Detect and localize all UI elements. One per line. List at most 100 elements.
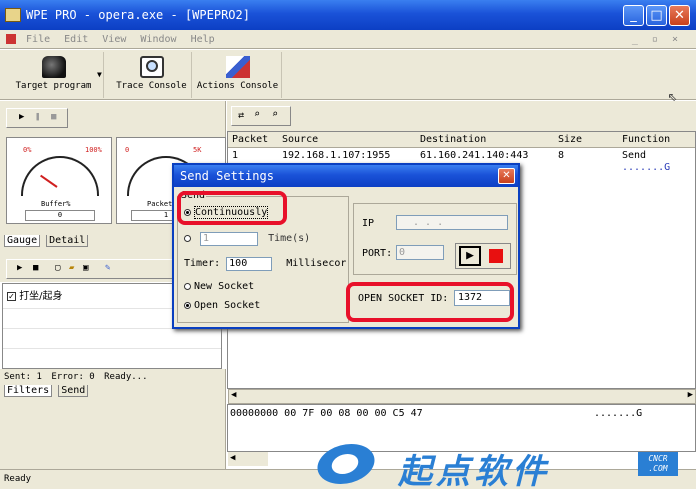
menu-file[interactable]: File xyxy=(26,34,50,45)
mdi-doc-icon xyxy=(6,34,16,44)
edit-pen-icon[interactable]: ✎ xyxy=(105,263,110,273)
highlight-continuously xyxy=(177,191,287,225)
magnifier-icon xyxy=(139,56,164,78)
dialog-title-bar[interactable]: Send Settings xyxy=(174,165,518,187)
error-count: Error: 0 xyxy=(51,372,95,382)
trace-console-label: Trace Console xyxy=(116,81,187,91)
highlight-open-socket-id xyxy=(346,282,514,322)
send-status-line: Sent: 1 Error: 0 Ready... xyxy=(0,369,225,385)
left-empty-pane xyxy=(0,401,226,469)
col-size[interactable]: Size xyxy=(558,134,582,145)
times-input[interactable]: 1 xyxy=(200,232,259,246)
filter-buttons: ▶ ■ ▢ ▰ ▣ ✎ xyxy=(6,259,196,279)
open-socket-radio[interactable]: Open Socket xyxy=(184,300,260,311)
col-destination[interactable]: Destination xyxy=(420,134,486,145)
main-toolbar xyxy=(0,50,696,100)
send-settings-dialog: Send Settings ✕ Send Continuously 1 Time… xyxy=(172,163,520,329)
pause-icon[interactable]: ❚ xyxy=(35,112,40,122)
gauge-max: 5K xyxy=(193,146,202,154)
sent-count: Sent: 1 xyxy=(4,372,42,382)
hex-line: 00000000 00 7F 00 08 00 00 C5 47 xyxy=(230,408,423,419)
send-play-button[interactable]: ▶ xyxy=(459,246,481,266)
search-icon[interactable]: ⌕ xyxy=(254,109,260,120)
port-label: PORT: xyxy=(362,248,393,259)
top-tab-strip: Gauge Detail xyxy=(4,235,89,247)
trace-console-button[interactable]: Trace Console xyxy=(112,52,192,98)
timer-input[interactable]: 100 xyxy=(226,257,273,271)
send-status-area: Sent: 1 Error: 0 Ready... Filters Send xyxy=(0,369,226,401)
times-row: 1 Time(s) xyxy=(184,232,310,246)
times-label: Time(s) xyxy=(268,233,311,244)
target-program-button[interactable]: Target program xyxy=(4,52,104,98)
gauge-min: 0 xyxy=(125,146,130,154)
minimize-button[interactable]: _ xyxy=(623,5,644,26)
menu-bar: File Edit View Window Help _ ▫ × xyxy=(0,30,696,49)
cell-function: Send xyxy=(622,150,647,161)
save-icon[interactable]: ▣ xyxy=(83,263,88,273)
play-icon[interactable]: ▶ xyxy=(17,263,22,273)
ip-label: IP xyxy=(362,218,375,229)
cell-packet: 1 xyxy=(232,150,239,161)
actions-icon xyxy=(225,56,250,78)
tab-gauge[interactable]: Gauge xyxy=(4,235,41,247)
tab-filters[interactable]: Filters xyxy=(4,385,53,397)
col-function[interactable]: Function xyxy=(622,134,670,145)
packet-toolbar: ⇄ ⌕ ⌕ xyxy=(227,101,696,131)
gauge-value: 0 xyxy=(25,210,95,221)
dialog-close-button[interactable]: ✕ xyxy=(498,168,515,184)
port-input[interactable]: 0 xyxy=(396,245,444,260)
gauge-name: Packet xyxy=(147,200,173,208)
scroll-right-icon[interactable]: ▶ xyxy=(688,390,693,400)
new-socket-radio[interactable]: New Socket xyxy=(184,281,254,292)
send-stop-button[interactable] xyxy=(489,249,503,263)
col-source[interactable]: Source xyxy=(282,134,318,145)
actions-console-button[interactable]: Actions Console xyxy=(194,52,282,98)
watermark-text: 起点软件 xyxy=(398,452,550,492)
menu-view[interactable]: View xyxy=(102,34,126,45)
maximize-button[interactable]: □ xyxy=(646,5,667,26)
menu-help[interactable]: Help xyxy=(191,34,215,45)
stop-icon[interactable]: ■ xyxy=(33,263,38,273)
timer-label: Timer: xyxy=(184,258,221,269)
buffer-gauge: 0% 100% Buffer% 0 xyxy=(6,137,112,224)
timer-row: Timer: 100 Millisecor xyxy=(184,257,346,271)
checkbox-checked[interactable]: ✓ xyxy=(7,291,16,301)
cell-size: 8 xyxy=(558,150,565,161)
search-next-icon[interactable]: ⌕ xyxy=(272,109,278,120)
chip-icon xyxy=(41,56,66,78)
horizontal-scrollbar[interactable]: ◀ ▶ xyxy=(228,389,696,404)
menu-window[interactable]: Window xyxy=(140,34,176,45)
table-row[interactable]: 1 192.168.1.107:1955 61.160.241.140:443 … xyxy=(228,148,695,162)
col-packet[interactable]: Packet xyxy=(232,134,268,145)
filter-name: 打坐/起身 xyxy=(19,291,63,302)
ip-input[interactable]: . . . xyxy=(396,215,508,230)
hex-scrollbar[interactable]: ◀ xyxy=(228,452,268,466)
menu-edit[interactable]: Edit xyxy=(64,34,88,45)
move-icon[interactable]: ⇄ xyxy=(238,110,244,121)
gauge-max: 100% xyxy=(85,146,102,154)
new-file-icon[interactable]: ▢ xyxy=(55,263,60,273)
open-folder-icon[interactable]: ▰ xyxy=(69,263,74,273)
gauge-control-buttons: ▶ ❚ ■ xyxy=(6,108,68,128)
gauge-name: Buffer% xyxy=(41,200,71,208)
play-icon[interactable]: ▶ xyxy=(19,112,24,122)
window-title: WPE PRO - opera.exe - [WPEPRO2] xyxy=(26,8,250,22)
tab-detail[interactable]: Detail xyxy=(46,235,89,247)
close-button[interactable]: ✕ xyxy=(669,5,690,26)
app-icon xyxy=(5,8,21,22)
scroll-left-icon[interactable]: ◀ xyxy=(231,390,236,400)
scroll-left-icon[interactable]: ◀ xyxy=(230,453,235,463)
hex-ascii: .......G xyxy=(594,408,643,419)
tab-send[interactable]: Send xyxy=(58,385,89,397)
watermark-badge: CNCR .COM xyxy=(638,452,678,476)
window-title-bar[interactable]: WPE PRO - opera.exe - [WPEPRO2] xyxy=(0,0,696,30)
status-text: Ready xyxy=(4,474,32,484)
dropdown-arrow-icon[interactable]: ▼ xyxy=(97,70,102,79)
cell-destination: 61.160.241.140:443 xyxy=(420,150,529,161)
stop-icon[interactable]: ■ xyxy=(51,112,56,122)
mdi-window-controls[interactable]: _ ▫ × xyxy=(632,30,682,49)
times-radio[interactable] xyxy=(184,234,191,242)
watermark-logo: 起点软件 CNCR .COM xyxy=(312,440,678,492)
actions-console-label: Actions Console xyxy=(196,81,279,91)
send-control-buttons: ▶ xyxy=(455,243,511,269)
